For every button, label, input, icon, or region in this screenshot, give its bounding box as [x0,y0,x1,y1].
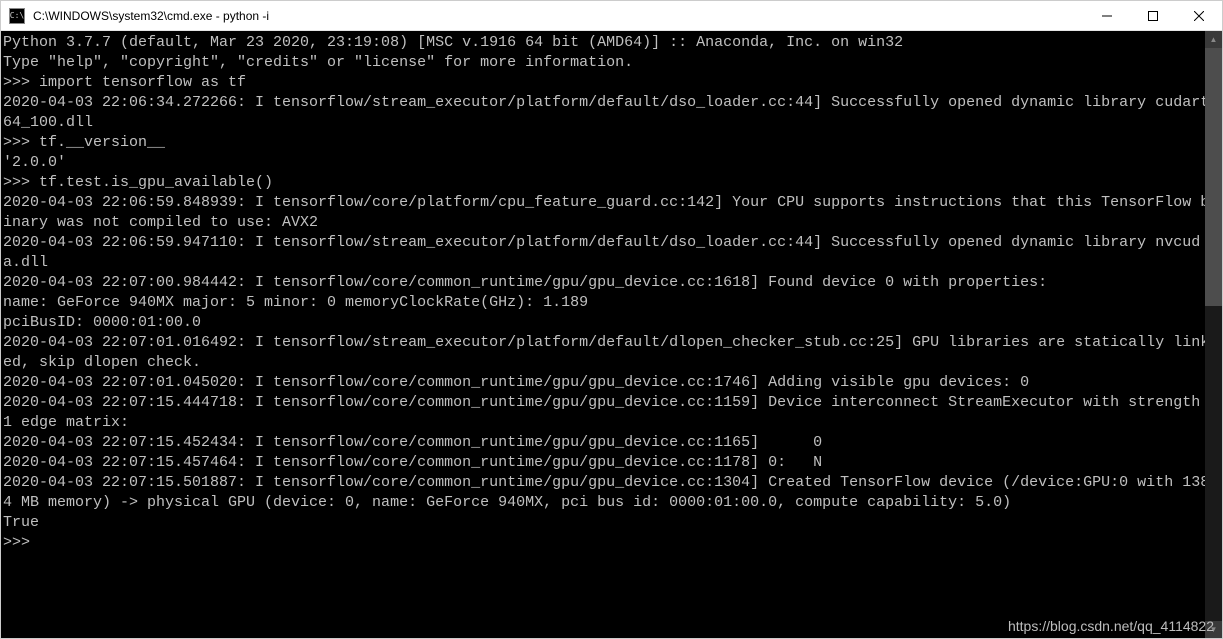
cmd-window: C:\ C:\WINDOWS\system32\cmd.exe - python… [0,0,1223,639]
console-area: Python 3.7.7 (default, Mar 23 2020, 23:1… [1,31,1222,638]
minimize-button[interactable] [1084,1,1130,30]
close-icon [1194,11,1204,21]
console-line: True [3,513,1218,533]
console-line: '2.0.0' [3,153,1218,173]
console-output[interactable]: Python 3.7.7 (default, Mar 23 2020, 23:1… [1,31,1222,638]
scrollbar-thumb[interactable] [1205,48,1222,306]
window-controls [1084,1,1222,30]
console-line: Python 3.7.7 (default, Mar 23 2020, 23:1… [3,33,1218,53]
console-line: 2020-04-03 22:06:34.272266: I tensorflow… [3,93,1218,133]
maximize-button[interactable] [1130,1,1176,30]
console-line: 2020-04-03 22:07:01.016492: I tensorflow… [3,333,1218,373]
titlebar[interactable]: C:\ C:\WINDOWS\system32\cmd.exe - python… [1,1,1222,31]
console-line: >>> [3,533,1218,553]
app-icon: C:\ [9,8,25,24]
console-line: pciBusID: 0000:01:00.0 [3,313,1218,333]
console-line: 2020-04-03 22:07:15.444718: I tensorflow… [3,393,1218,433]
close-button[interactable] [1176,1,1222,30]
console-line: name: GeForce 940MX major: 5 minor: 0 me… [3,293,1218,313]
console-line: >>> tf.test.is_gpu_available() [3,173,1218,193]
console-line: 2020-04-03 22:07:15.457464: I tensorflow… [3,453,1218,473]
window-title: C:\WINDOWS\system32\cmd.exe - python -i [33,9,1084,23]
console-line: 2020-04-03 22:07:01.045020: I tensorflow… [3,373,1218,393]
scroll-up-button[interactable]: ▲ [1205,31,1222,48]
minimize-icon [1102,11,1112,21]
chevron-down-icon: ▼ [1210,625,1218,634]
console-line: 2020-04-03 22:07:15.501887: I tensorflow… [3,473,1218,513]
console-line: >>> import tensorflow as tf [3,73,1218,93]
scroll-down-button[interactable]: ▼ [1205,621,1222,638]
maximize-icon [1148,11,1158,21]
console-line: 2020-04-03 22:06:59.947110: I tensorflow… [3,233,1218,273]
console-line: >>> tf.__version__ [3,133,1218,153]
console-line: 2020-04-03 22:07:00.984442: I tensorflow… [3,273,1218,293]
scrollbar-track[interactable] [1205,48,1222,621]
console-line: Type "help", "copyright", "credits" or "… [3,53,1218,73]
chevron-up-icon: ▲ [1210,35,1218,44]
console-line: 2020-04-03 22:07:15.452434: I tensorflow… [3,433,1218,453]
vertical-scrollbar[interactable]: ▲ ▼ [1205,31,1222,638]
console-line: 2020-04-03 22:06:59.848939: I tensorflow… [3,193,1218,233]
